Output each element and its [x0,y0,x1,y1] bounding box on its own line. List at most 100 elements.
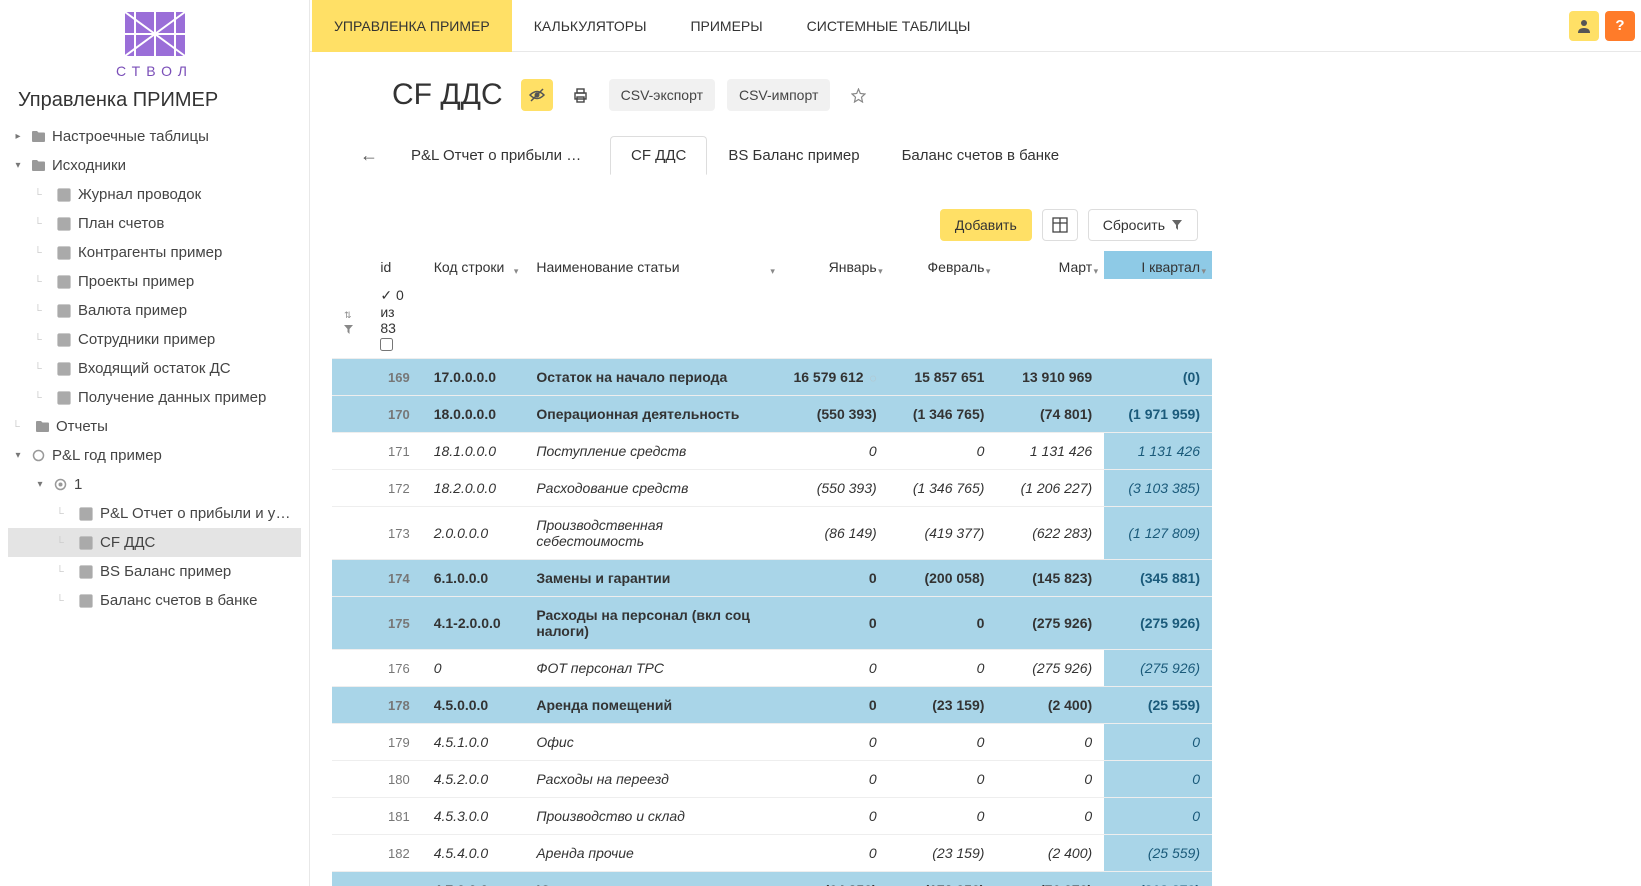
table-row[interactable]: 17118.1.0.0.0Поступление средств001 131 … [332,433,1212,470]
cell-code[interactable]: 2.0.0.0.0 [422,507,525,560]
table-row[interactable]: 1824.5.4.0.0Аренда прочие0(23 159)(2 400… [332,835,1212,872]
tree-toggle-icon[interactable]: ▾ [12,450,24,461]
help-button[interactable]: ? [1605,11,1635,41]
cell-name[interactable]: Юридические услуги [524,872,781,886]
cell-code[interactable]: 4.5.0.0.0 [422,687,525,724]
favorite-button[interactable] [842,79,874,111]
col-id-header[interactable]: id [368,251,421,279]
cell-name[interactable]: Производство и склад [524,798,781,835]
tree-node[interactable]: └Контрагенты пример [8,238,301,267]
tree-node[interactable]: └Баланс счетов в банке [8,586,301,615]
cell-code[interactable]: 4.7.0.0.0 [422,872,525,886]
reset-button[interactable]: Сбросить [1088,209,1198,241]
table-row[interactable]: 1732.0.0.0.0Производственная себестоимос… [332,507,1212,560]
cell-code[interactable]: 4.5.2.0.0 [422,761,525,798]
table-row[interactable]: 1804.5.2.0.0Расходы на переезд0000 [332,761,1212,798]
cell-name[interactable]: Аренда помещений [524,687,781,724]
topnav-item[interactable]: УПРАВЛЕНКА ПРИМЕР [312,0,512,52]
back-button[interactable]: ← [348,145,390,166]
print-button[interactable] [565,79,597,111]
cell-mar[interactable]: 1 131 426 [996,433,1104,470]
cell-jan[interactable]: 0 [781,433,889,470]
cell-q1[interactable]: (1 127 809) [1104,507,1212,560]
row-checkbox-cell[interactable] [332,597,368,650]
cell-q1[interactable]: (25 559) [1104,687,1212,724]
cell-code[interactable]: 17.0.0.0.0 [422,359,525,396]
table-row[interactable]: 1814.5.3.0.0Производство и склад0000 [332,798,1212,835]
tree-node[interactable]: ▾1 [8,470,301,499]
col-feb-header[interactable]: Февраль▾ [889,251,997,279]
chevron-down-icon[interactable]: ▾ [770,266,775,277]
cell-mar[interactable]: (275 926) [996,650,1104,687]
cell-feb[interactable]: 15 857 651 [889,359,997,396]
row-checkbox-cell[interactable] [332,359,368,396]
chevron-down-icon[interactable]: ▾ [986,266,991,277]
row-checkbox-cell[interactable] [332,433,368,470]
cell-mar[interactable]: (622 283) [996,507,1104,560]
tree-toggle-icon[interactable]: ▾ [34,479,46,490]
cell-mar[interactable]: (145 823) [996,560,1104,597]
table-row[interactable]: 1760ФОТ персонал ТРС00(275 926)(275 926) [332,650,1212,687]
cell-mar[interactable]: (74 801) [996,396,1104,433]
cell-feb[interactable]: 0 [889,597,997,650]
cell-feb[interactable]: 0 [889,433,997,470]
sort-control[interactable]: ⇅ [332,279,368,359]
row-checkbox-cell[interactable] [332,470,368,507]
tree-node[interactable]: └CF ДДС [8,528,301,557]
cell-feb[interactable]: (172 950) [889,872,997,886]
table-row[interactable]: 1754.1-2.0.0.0Расходы на персонал (вкл с… [332,597,1212,650]
tree-toggle-icon[interactable]: ▸ [12,131,24,142]
table-row[interactable]: 1794.5.1.0.0Офис0000 [332,724,1212,761]
cell-mar[interactable]: 0 [996,798,1104,835]
cell-q1[interactable]: 0 [1104,798,1212,835]
cell-jan[interactable]: 0 [781,597,889,650]
cell-mar[interactable]: 0 [996,761,1104,798]
cell-name[interactable]: Остаток на начало периода [524,359,781,396]
cell-jan[interactable]: (550 393) [781,470,889,507]
row-checkbox-cell[interactable] [332,761,368,798]
topnav-item[interactable]: СИСТЕМНЫЕ ТАБЛИЦЫ [785,0,993,52]
tree-node[interactable]: ▾P&L год пример [8,441,301,470]
cell-q1[interactable]: (345 881) [1104,560,1212,597]
table-row[interactable]: 1784.5.0.0.0Аренда помещений0(23 159)(2 … [332,687,1212,724]
table-row[interactable]: 17218.2.0.0.0Расходование средств(550 39… [332,470,1212,507]
comment-icon[interactable]: ◌ [870,371,877,385]
tree-node[interactable]: └BS Баланс пример [8,557,301,586]
col-q1-header[interactable]: I квартал▾ [1104,251,1212,279]
row-checkbox-cell[interactable] [332,724,368,761]
tree-node[interactable]: └План счетов [8,209,301,238]
cell-jan[interactable]: 0 [781,560,889,597]
chevron-down-icon[interactable]: ▾ [1201,266,1206,277]
subtab[interactable]: Баланс счетов в банке [881,136,1081,175]
tree-node[interactable]: ▸Настроечные таблицы [8,122,301,151]
tree-node[interactable]: └Журнал проводок [8,180,301,209]
cell-jan[interactable]: 0 [781,687,889,724]
cell-name[interactable]: Поступление средств [524,433,781,470]
cell-mar[interactable]: 13 910 969 [996,359,1104,396]
cell-feb[interactable]: 0 [889,724,997,761]
tree-node[interactable]: └Отчеты [8,412,301,441]
row-checkbox-cell[interactable] [332,872,368,886]
tree-node[interactable]: └Валюта пример [8,296,301,325]
cell-q1[interactable]: (275 926) [1104,597,1212,650]
tree-node[interactable]: └Получение данных пример [8,383,301,412]
cell-name[interactable]: Аренда прочие [524,835,781,872]
row-checkbox-cell[interactable] [332,396,368,433]
cell-feb[interactable]: 0 [889,650,997,687]
cell-code[interactable]: 4.5.3.0.0 [422,798,525,835]
tree-node[interactable]: └Входящий остаток ДС [8,354,301,383]
cell-code[interactable]: 4.5.4.0.0 [422,835,525,872]
row-checkbox-cell[interactable] [332,507,368,560]
cell-name[interactable]: Расходы на персонал (вкл соц налоги) [524,597,781,650]
cell-q1[interactable]: (313 379) [1104,872,1212,886]
cell-q1[interactable]: 0 [1104,761,1212,798]
cell-feb[interactable]: (419 377) [889,507,997,560]
col-code-header[interactable]: Код строки▾ [422,251,525,279]
row-checkbox-cell[interactable] [332,798,368,835]
table-row[interactable]: 1834.7.0.0.0Юридические услуги(64 350)(1… [332,872,1212,886]
cell-q1[interactable]: (0) [1104,359,1212,396]
table-row[interactable]: 1746.1.0.0.0Замены и гарантии0(200 058)(… [332,560,1212,597]
cell-jan[interactable]: 0 [781,761,889,798]
cell-jan[interactable]: (550 393) [781,396,889,433]
cell-feb[interactable]: (1 346 765) [889,470,997,507]
